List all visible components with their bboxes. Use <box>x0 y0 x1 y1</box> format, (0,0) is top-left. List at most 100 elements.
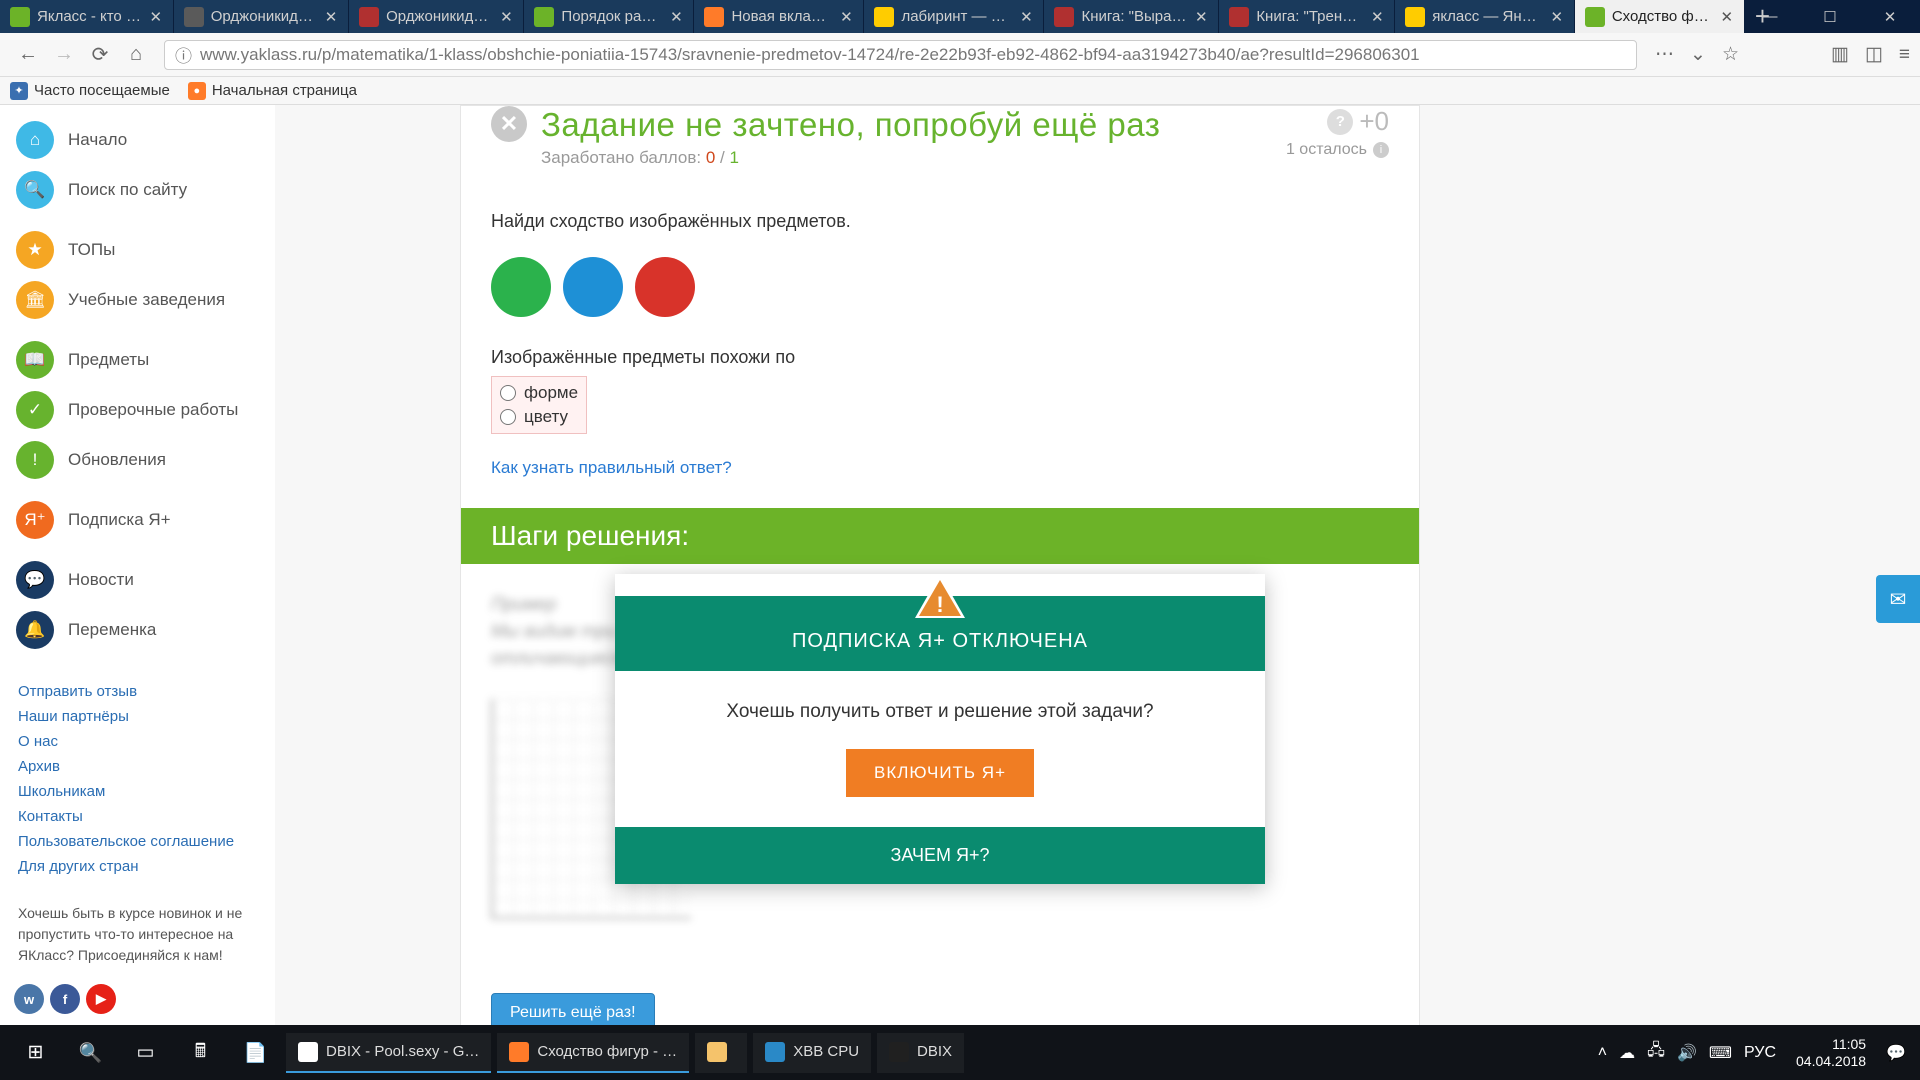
radio-shape[interactable] <box>500 385 516 401</box>
feedback-button[interactable]: ✉ <box>1876 575 1920 623</box>
window-close[interactable]: ✕ <box>1860 0 1920 33</box>
nav-reload-icon[interactable]: ⟳ <box>84 39 116 71</box>
system-tray: ˄ ☁ 🖧 🔊 ⌨ РУС 11:05 04.04.2018 💬 <box>1598 1036 1912 1070</box>
task-prompt: Найди сходство изображённых предметов. <box>491 211 1389 232</box>
tab-title: Орджоникидзевски <box>211 8 318 25</box>
window-maximize[interactable]: ☐ <box>1800 0 1860 33</box>
tab-close-icon[interactable]: ✕ <box>322 8 340 26</box>
sidebar-item[interactable]: 🔔Переменка <box>0 605 275 655</box>
vk-icon[interactable]: w <box>14 984 44 1014</box>
tray-expand-icon[interactable]: ˄ <box>1598 1044 1607 1062</box>
volume-icon[interactable]: 🔊 <box>1677 1043 1697 1063</box>
task-view-icon[interactable]: ▭ <box>118 1025 173 1080</box>
nav-back-icon[interactable]: ← <box>12 39 44 71</box>
taskbar-clock[interactable]: 11:05 04.04.2018 <box>1788 1036 1874 1070</box>
sidebar-link[interactable]: О нас <box>18 733 257 750</box>
sidebar-link[interactable]: Отправить отзыв <box>18 683 257 700</box>
taskbar-app-icon <box>509 1042 529 1062</box>
url-text: www.yaklass.ru/p/matematika/1-klass/obsh… <box>200 45 1420 65</box>
overlay-message: Хочешь получить ответ и решение этой зад… <box>635 701 1245 723</box>
sidebar-item[interactable]: ✓Проверочные работы <box>0 385 275 435</box>
tab-title: Сходство фигур <box>1612 8 1714 25</box>
sidebar-link[interactable]: Школьникам <box>18 783 257 800</box>
browser-tab[interactable]: якласс — Яндекс: н✕ <box>1395 0 1575 33</box>
why-subscription-link[interactable]: ЗАЧЕМ Я+? <box>615 827 1265 884</box>
tab-favicon <box>184 7 204 27</box>
more-actions-icon[interactable]: ⋯ <box>1655 43 1674 66</box>
taskbar-app[interactable] <box>695 1033 747 1073</box>
tab-close-icon[interactable]: ✕ <box>1017 8 1035 26</box>
help-icon[interactable]: ? <box>1327 109 1353 135</box>
window-minimize[interactable]: — <box>1740 0 1800 33</box>
browser-tab[interactable]: Книга: "Тренажер п✕ <box>1219 0 1395 33</box>
pocket-icon[interactable]: ⌄ <box>1690 43 1706 66</box>
browser-tab[interactable]: Орджоникидзевски✕ <box>349 0 524 33</box>
taskbar-app[interactable]: Сходство фигур - … <box>497 1033 689 1073</box>
youtube-icon[interactable]: ▶ <box>86 984 116 1014</box>
notepad-icon[interactable]: 📄 <box>228 1025 283 1080</box>
tab-close-icon[interactable]: ✕ <box>1368 8 1386 26</box>
start-button[interactable]: ⊞ <box>8 1025 63 1080</box>
search-icon[interactable]: 🔍 <box>63 1025 118 1080</box>
browser-tab[interactable]: Книга: "Вырабатыв✕ <box>1044 0 1219 33</box>
nav-forward-icon[interactable]: → <box>48 39 80 71</box>
input-indicator-icon[interactable]: ⌨ <box>1709 1043 1732 1063</box>
tab-close-icon[interactable]: ✕ <box>1718 8 1736 26</box>
tab-favicon <box>704 7 724 27</box>
sidebar-link[interactable]: Пользовательское соглашение <box>18 833 257 850</box>
radio-color[interactable] <box>500 409 516 425</box>
taskbar-app[interactable]: DBIX - Pool.sexy - G… <box>286 1033 491 1073</box>
bookmark-star-icon[interactable]: ☆ <box>1722 43 1739 66</box>
url-input[interactable]: ⓘ www.yaklass.ru/p/matematika/1-klass/ob… <box>164 40 1637 70</box>
sidebar-item-icon: ⌂ <box>16 121 54 159</box>
network-icon[interactable]: 🖧 <box>1647 1039 1665 1066</box>
task-header: ✕ Задание не зачтено, попробуй ещё раз З… <box>461 106 1419 186</box>
sidebar-social: w f ▶ <box>0 976 275 1022</box>
notifications-icon[interactable]: 💬 <box>1886 1043 1906 1063</box>
sidebar-item[interactable]: 🏛Учебные заведения <box>0 275 275 325</box>
tab-close-icon[interactable]: ✕ <box>1548 8 1566 26</box>
sidebar-item[interactable]: !Обновления <box>0 435 275 485</box>
sidebar-link[interactable]: Наши партнёры <box>18 708 257 725</box>
hamburger-menu-icon[interactable]: ≡ <box>1899 44 1910 66</box>
option-color[interactable]: цвету <box>498 405 580 429</box>
bookmark-frequent[interactable]: ✦ Часто посещаемые <box>10 82 170 100</box>
language-indicator[interactable]: РУС <box>1744 1044 1776 1062</box>
tab-close-icon[interactable]: ✕ <box>667 8 685 26</box>
tab-close-icon[interactable]: ✕ <box>497 8 515 26</box>
calculator-icon[interactable]: 🖩 <box>173 1025 228 1080</box>
sidebar-item[interactable]: 🔍Поиск по сайту <box>0 165 275 215</box>
sidebar-item-icon: 💬 <box>16 561 54 599</box>
sidebar-item[interactable]: Я⁺Подписка Я+ <box>0 495 275 545</box>
tab-close-icon[interactable]: ✕ <box>837 8 855 26</box>
site-info-icon[interactable]: ⓘ <box>175 42 192 67</box>
sidebar-item[interactable]: 💬Новости <box>0 555 275 605</box>
sidebar-link[interactable]: Контакты <box>18 808 257 825</box>
retry-button[interactable]: Решить ещё раз! <box>491 993 655 1025</box>
sidebar-link[interactable]: Архив <box>18 758 257 775</box>
browser-tab[interactable]: лабиринт — Яндекс✕ <box>864 0 1044 33</box>
bookmark-startpage[interactable]: ● Начальная страница <box>188 82 357 100</box>
enable-subscription-button[interactable]: ВКЛЮЧИТЬ Я+ <box>846 749 1034 797</box>
option-shape[interactable]: форме <box>498 381 580 405</box>
onedrive-icon[interactable]: ☁ <box>1619 1043 1635 1063</box>
sidebar-link[interactable]: Для других стран <box>18 858 257 875</box>
info-icon[interactable]: i <box>1373 142 1389 158</box>
browser-tab[interactable]: Порядок работы в✕ <box>524 0 694 33</box>
nav-home-icon[interactable]: ⌂ <box>120 39 152 71</box>
sidebar-item[interactable]: 📖Предметы <box>0 335 275 385</box>
tab-close-icon[interactable]: ✕ <box>1192 8 1210 26</box>
browser-tab[interactable]: Якласс - кто попал✕ <box>0 0 174 33</box>
browser-tab[interactable]: Орджоникидзевски✕ <box>174 0 349 33</box>
taskbar-app[interactable]: DBIX <box>877 1033 964 1073</box>
tab-close-icon[interactable]: ✕ <box>147 8 165 26</box>
browser-tab[interactable]: Сходство фигур✕ <box>1575 0 1745 33</box>
sidebar-item[interactable]: ★ТОПы <box>0 225 275 275</box>
browser-tab[interactable]: Новая вкладка✕ <box>694 0 864 33</box>
sidebar-item[interactable]: ⌂Начало <box>0 115 275 165</box>
taskbar-app[interactable]: XBB CPU <box>753 1033 871 1073</box>
facebook-icon[interactable]: f <box>50 984 80 1014</box>
library-icon[interactable]: ▥ <box>1831 43 1849 66</box>
sidebar-toggle-icon[interactable]: ◫ <box>1865 43 1883 66</box>
hint-link[interactable]: Как узнать правильный ответ? <box>491 458 732 477</box>
